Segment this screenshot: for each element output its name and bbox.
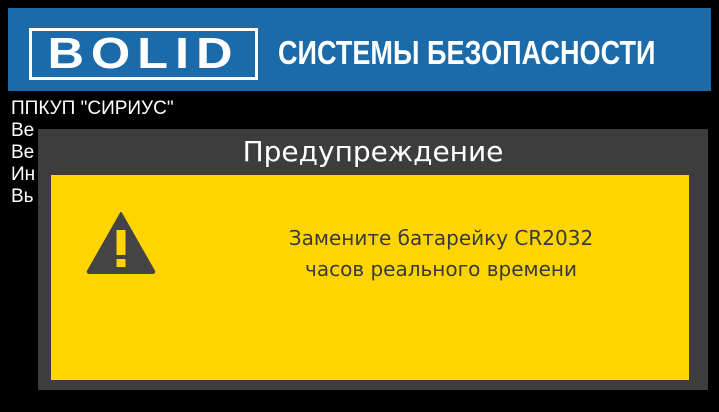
logo-text: BOLID <box>47 29 240 78</box>
dialog-body: Замените батарейку CR2032 часов реальног… <box>51 175 689 380</box>
dialog-title: Предупреждение <box>242 135 504 168</box>
header-banner: BOLID СИСТЕМЫ БЕЗОПАСНОСТИ <box>8 8 711 91</box>
header-title: СИСТЕМЫ БЕЗОПАСНОСТИ <box>278 34 656 71</box>
warning-dialog[interactable]: Предупреждение Замените батарейку CR2032… <box>38 129 708 390</box>
warning-message-line-1: Замените батарейку CR2032 <box>288 226 594 250</box>
warning-message-line-2: часов реального времени <box>305 257 577 281</box>
bolid-logo: BOLID <box>29 28 258 80</box>
warning-icon <box>86 212 156 274</box>
background-title: ППКУП "СИРИУС" <box>11 98 174 119</box>
device-screen: BOLID СИСТЕМЫ БЕЗОПАСНОСТИ ППКУП "СИРИУС… <box>0 0 719 412</box>
warning-message: Замените батарейку CR2032 часов реальног… <box>236 223 646 285</box>
